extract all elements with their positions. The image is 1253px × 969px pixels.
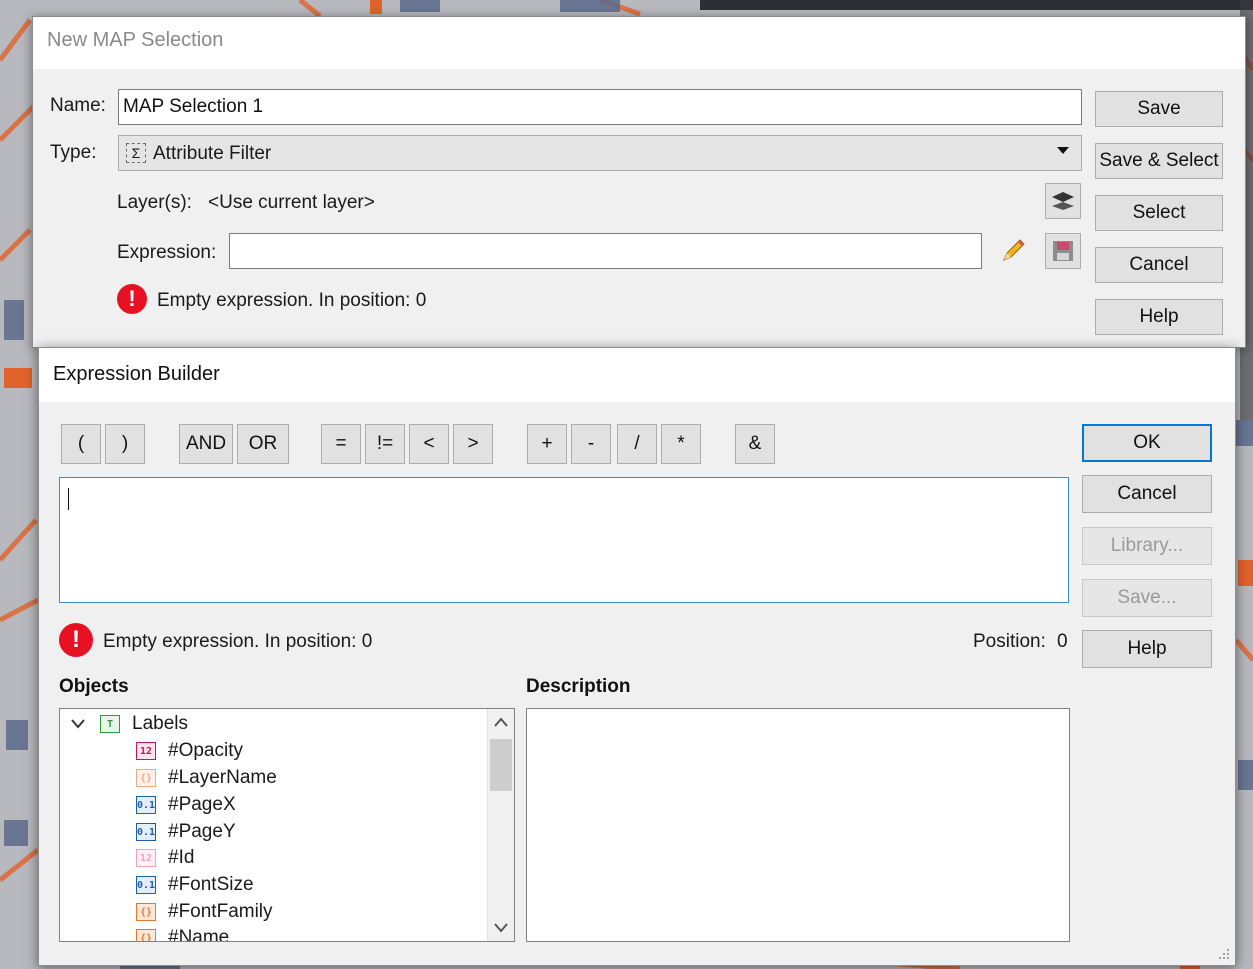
type-label: Type:: [50, 142, 97, 163]
layers-label: Layer(s):: [117, 192, 192, 213]
dialog-title: Expression Builder: [53, 363, 220, 385]
close-paren-button[interactable]: ): [105, 424, 145, 464]
concat-button[interactable]: &: [735, 424, 775, 464]
type-dropdown[interactable]: Σ Attribute Filter: [118, 135, 1082, 171]
pencil-icon: [1003, 239, 1025, 261]
string-field-icon: {}: [136, 903, 156, 921]
tree-item-fontfamily[interactable]: {} #FontFamily: [136, 899, 273, 925]
tree-item-label: #Name: [168, 927, 230, 942]
string-field-icon: {}: [136, 769, 156, 787]
dialog-title-bar: Expression Builder: [39, 348, 1235, 402]
integer-field-icon: 12: [136, 742, 156, 760]
text-layer-icon: T: [100, 715, 120, 733]
scroll-thumb[interactable]: [490, 739, 512, 791]
position-value: 0: [1057, 631, 1068, 652]
decimal-field-icon: 0.1: [136, 876, 156, 894]
tree-item-name[interactable]: {} #Name: [136, 925, 230, 942]
scroll-up-icon[interactable]: [488, 709, 514, 735]
select-button[interactable]: Select: [1095, 195, 1223, 231]
save-and-select-button[interactable]: Save & Select: [1095, 143, 1223, 179]
tree-item-label: #FontSize: [168, 874, 254, 895]
description-header: Description: [526, 676, 631, 697]
tree-item-label: #PageY: [168, 821, 236, 842]
expression-editor[interactable]: [59, 477, 1069, 603]
expression-builder-dialog: Expression Builder ( ) AND OR = != < > +…: [38, 347, 1236, 966]
tree-item-pagex[interactable]: 0.1 #PageX: [136, 792, 236, 818]
cancel-button[interactable]: Cancel: [1082, 475, 1212, 513]
error-icon: !: [117, 284, 147, 314]
equals-button[interactable]: =: [321, 424, 361, 464]
dialog-title-bar: New MAP Selection: [33, 17, 1245, 69]
tree-item-opacity[interactable]: 12 #Opacity: [136, 738, 243, 764]
name-input[interactable]: [118, 89, 1082, 125]
tree-item-label: #LayerName: [168, 767, 277, 788]
position-label: Position:: [973, 631, 1046, 652]
or-button[interactable]: OR: [237, 424, 289, 464]
chevron-down-icon[interactable]: [68, 719, 88, 729]
tree-item-layername[interactable]: {} #LayerName: [136, 765, 277, 791]
expression-label: Expression:: [117, 242, 217, 263]
tree-item-pagey[interactable]: 0.1 #PageY: [136, 819, 236, 845]
expression-input[interactable]: [229, 233, 982, 269]
greater-than-button[interactable]: >: [453, 424, 493, 464]
resize-grip-icon[interactable]: [1215, 945, 1231, 961]
chevron-down-icon: [1057, 147, 1069, 154]
multiply-button[interactable]: *: [661, 424, 701, 464]
layers-button[interactable]: [1045, 183, 1081, 219]
open-paren-button[interactable]: (: [61, 424, 101, 464]
name-label: Name:: [50, 95, 106, 116]
type-value: Attribute Filter: [153, 143, 272, 164]
tree-item-label: #Opacity: [168, 740, 243, 761]
tree-item-fontsize[interactable]: 0.1 #FontSize: [136, 872, 254, 898]
objects-tree[interactable]: T Labels 12 #Opacity {} #LayerName 0.1 #…: [59, 708, 515, 942]
error-icon: !: [59, 623, 93, 657]
tree-item-label: #FontFamily: [168, 901, 273, 922]
layers-value: <Use current layer>: [208, 192, 375, 213]
scroll-down-icon[interactable]: [488, 915, 514, 941]
tree-item-label: #PageX: [168, 794, 236, 815]
save-button[interactable]: Save: [1095, 91, 1223, 127]
edit-expression-button[interactable]: [995, 233, 1031, 269]
library-button[interactable]: Library...: [1082, 527, 1212, 565]
objects-header: Objects: [59, 676, 129, 697]
save-expression-button[interactable]: Save...: [1082, 579, 1212, 617]
cancel-button[interactable]: Cancel: [1095, 247, 1223, 283]
description-panel: [526, 708, 1070, 942]
error-message: Empty expression. In position: 0: [103, 631, 373, 652]
save-expression-button[interactable]: [1045, 233, 1081, 269]
layers-icon: [1052, 192, 1074, 210]
and-button[interactable]: AND: [179, 424, 233, 464]
tree-node-labels[interactable]: T Labels: [68, 711, 188, 737]
less-than-button[interactable]: <: [409, 424, 449, 464]
tree-item-label: #Id: [168, 847, 195, 868]
tree-node-label: Labels: [132, 713, 188, 734]
decimal-field-icon: 0.1: [136, 796, 156, 814]
ok-button[interactable]: OK: [1082, 424, 1212, 462]
string-field-icon: {}: [136, 929, 156, 941]
new-map-selection-dialog: New MAP Selection Name: Type: Σ Attribut…: [32, 16, 1246, 348]
floppy-disk-icon: [1053, 241, 1073, 261]
dialog-title: New MAP Selection: [47, 29, 224, 51]
plus-button[interactable]: +: [527, 424, 567, 464]
integer-field-icon: 12: [136, 849, 156, 867]
not-equals-button[interactable]: !=: [365, 424, 405, 464]
help-button[interactable]: Help: [1082, 630, 1212, 668]
tree-item-id[interactable]: 12 #Id: [136, 845, 194, 871]
help-button[interactable]: Help: [1095, 299, 1223, 335]
decimal-field-icon: 0.1: [136, 823, 156, 841]
divide-button[interactable]: /: [617, 424, 657, 464]
error-message: Empty expression. In position: 0: [157, 290, 427, 311]
minus-button[interactable]: -: [571, 424, 611, 464]
text-caret: [68, 488, 69, 510]
tree-scrollbar[interactable]: [487, 709, 514, 941]
sigma-icon: Σ: [126, 143, 146, 163]
